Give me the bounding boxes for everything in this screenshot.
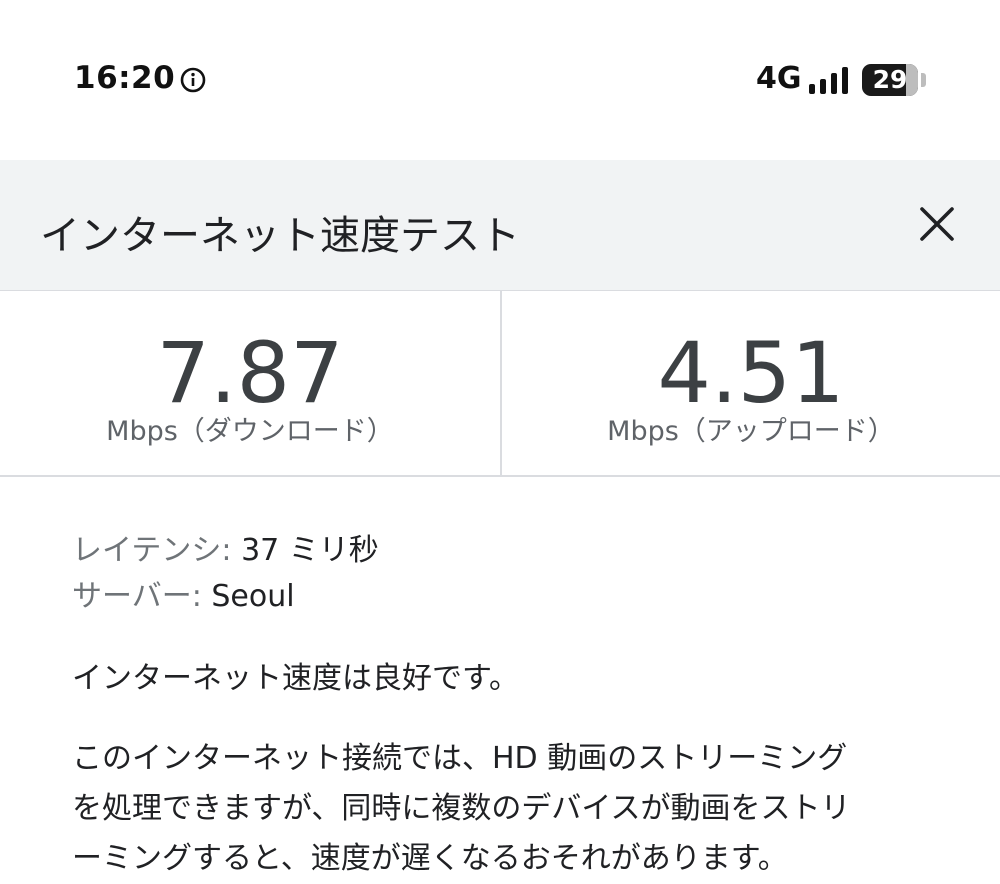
network-type: 4G: [756, 61, 802, 96]
upload-result: 4.51 Mbps（アップロード）: [500, 291, 1000, 475]
battery-level: 29: [872, 65, 908, 94]
dialog-title: インターネット速度テスト: [40, 213, 520, 259]
download-speed-value: 7.87: [156, 324, 344, 422]
close-icon: [920, 207, 954, 241]
download-result: 7.87 Mbps（ダウンロード）: [0, 291, 500, 475]
description-line: このインターネット接続では、HD 動画のストリーミング: [72, 741, 848, 776]
info-icon: [180, 67, 206, 93]
battery-icon: 29: [862, 64, 918, 96]
description-line: を処理できますが、同時に複数のデバイスが動画をストリ: [72, 791, 851, 826]
status-time: 16:20: [74, 60, 176, 96]
download-speed-unit: Mbps（ダウンロード）: [106, 416, 394, 447]
speed-description: このインターネット接続では、HD 動画のストリーミング を処理できますが、同時に…: [72, 734, 952, 884]
description-line: ーミングすると、速度が遅くなるおそれがあります。: [72, 841, 788, 876]
speed-summary: インターネット速度は良好です。: [72, 661, 519, 696]
server-label: サーバー:: [72, 579, 202, 614]
upload-speed-value: 4.51: [657, 324, 845, 422]
speed-results: 7.87 Mbps（ダウンロード） 4.51 Mbps（アップロード）: [0, 291, 1000, 477]
latency-value: 37 ミリ秒: [241, 533, 379, 568]
latency-row: レイテンシ: 37 ミリ秒: [72, 528, 952, 574]
status-bar: 16:20 4G 29: [0, 0, 1000, 160]
latency-label: レイテンシ:: [72, 533, 232, 568]
test-details: レイテンシ: 37 ミリ秒 サーバー: Seoul: [72, 528, 952, 620]
signal-icon: [808, 66, 852, 94]
upload-speed-unit: Mbps（アップロード）: [607, 416, 895, 447]
close-button[interactable]: [906, 193, 968, 255]
dialog-header: インターネット速度テスト: [0, 160, 1000, 291]
battery-tip: [921, 73, 926, 87]
server-value: Seoul: [211, 579, 295, 614]
server-row: サーバー: Seoul: [72, 574, 952, 620]
